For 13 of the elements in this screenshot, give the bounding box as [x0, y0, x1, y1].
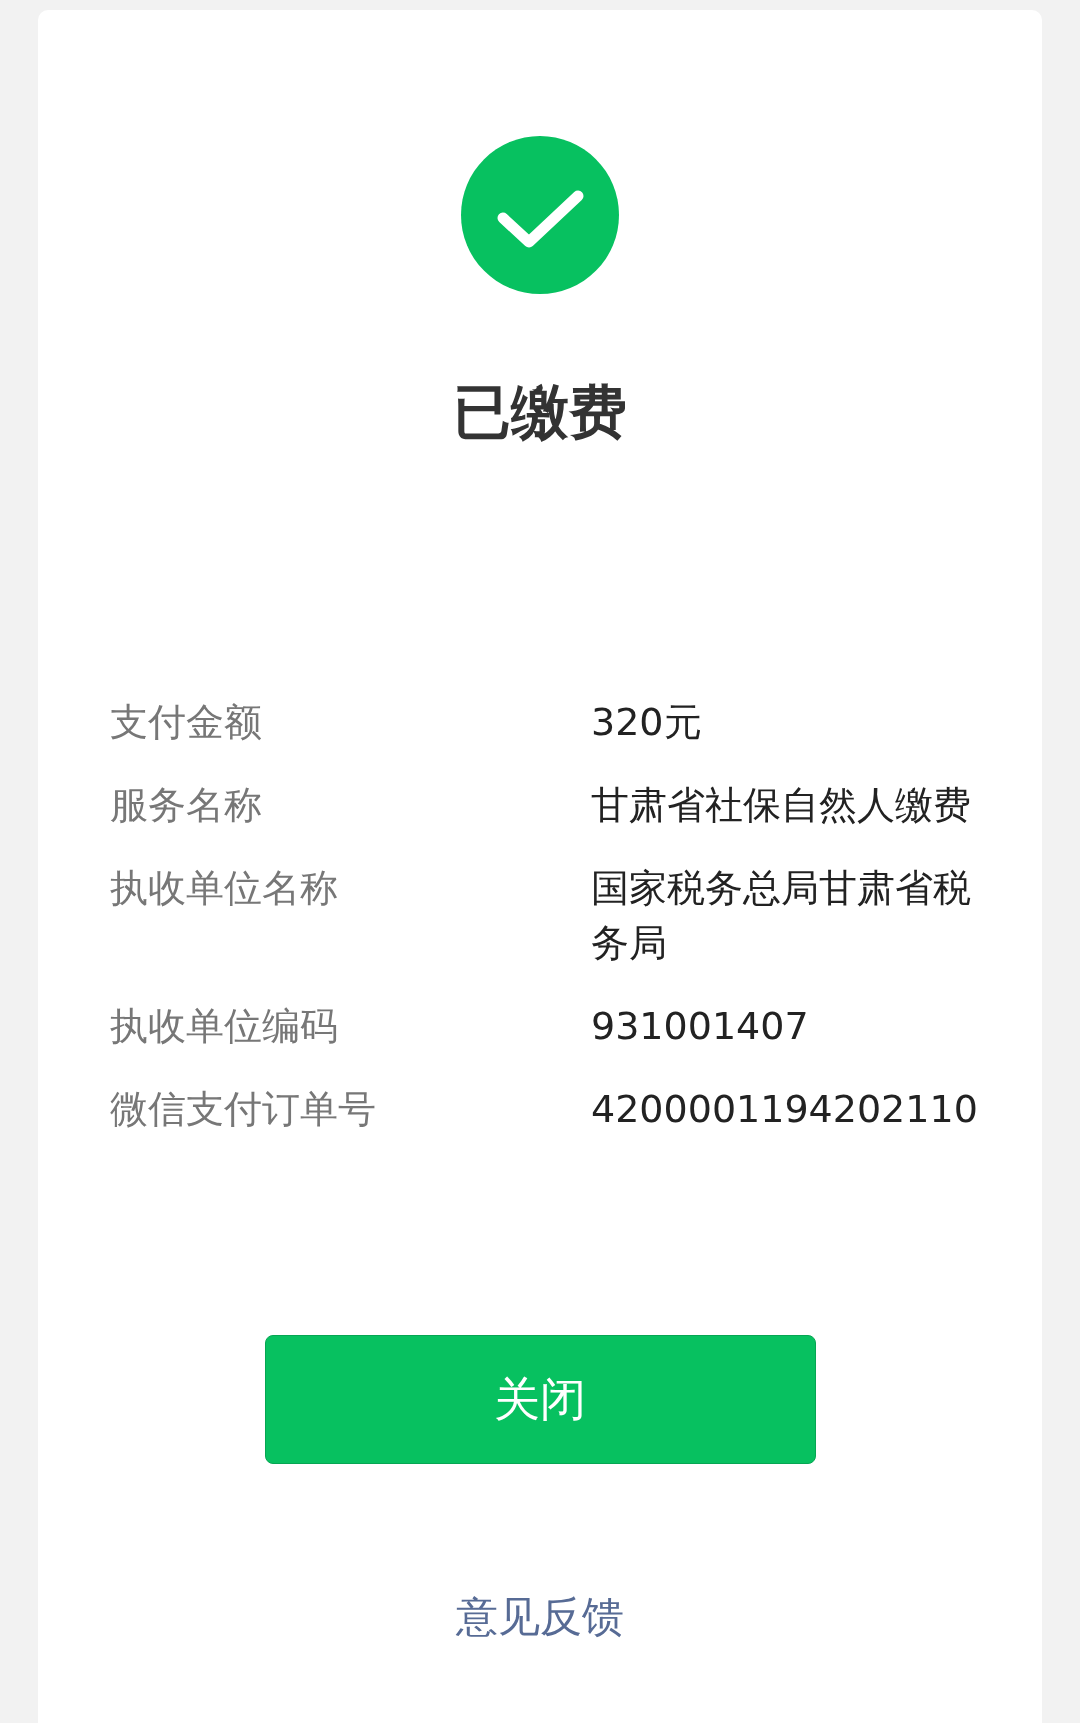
detail-value: 320元 — [591, 699, 703, 746]
feedback-link[interactable]: 意见反馈 — [456, 1587, 624, 1647]
status-title: 已缴费 — [453, 380, 627, 444]
detail-label: 微信支付订单号 — [110, 1086, 377, 1133]
detail-value: 4200001194202110 — [591, 1086, 979, 1133]
detail-label: 支付金额 — [110, 699, 263, 746]
detail-label: 执收单位名称 — [110, 865, 339, 912]
detail-label: 执收单位编码 — [110, 1003, 339, 1050]
detail-value: 甘肃省社保自然人缴费 — [591, 782, 972, 829]
detail-value: 931001407 — [591, 1003, 810, 1050]
detail-value: 国家税务总局甘肃省税务局 — [591, 865, 972, 967]
detail-label: 服务名称 — [110, 782, 263, 829]
success-check-icon — [461, 136, 619, 294]
